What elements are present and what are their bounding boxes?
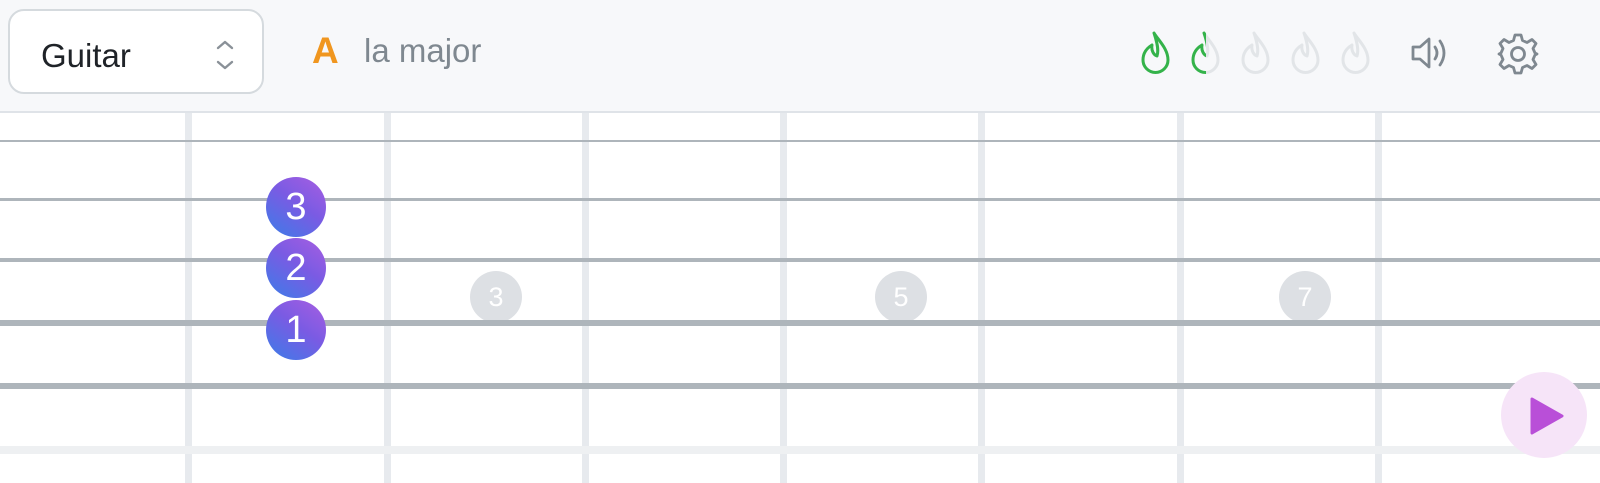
board-edge [0,446,1600,454]
flame-icon [1141,31,1170,74]
fret-marker: 5 [875,271,927,323]
fret [1375,113,1382,483]
fret [384,113,391,483]
chevron-up-down-icon [216,40,234,70]
finger-dot[interactable]: 3 [266,177,326,237]
chord-name: la major [364,32,482,69]
speaker-icon[interactable] [1410,33,1452,73]
flame-icon [1241,31,1270,74]
fret [978,113,985,483]
string-4 [0,320,1600,326]
top-bar: Guitar A la major [0,0,1600,113]
instrument-selector[interactable]: Guitar [8,9,264,94]
finger-dot[interactable]: 2 [266,238,326,298]
string-2 [0,198,1600,201]
play-icon [1530,397,1564,435]
fret [780,113,787,483]
flame-icon [1341,31,1370,74]
string-1 [0,140,1600,142]
flame-icon [1291,31,1320,74]
string-3 [0,258,1600,262]
fret [185,113,192,483]
finger-dot[interactable]: 1 [266,300,326,360]
string-5 [0,383,1600,389]
chord-root-letter: A [312,30,339,71]
gear-icon[interactable] [1496,32,1540,76]
fret-marker: 7 [1279,271,1331,323]
fret [582,113,589,483]
fretboard: 3 5 7 3 2 1 [0,113,1600,483]
fret [1177,113,1184,483]
play-button[interactable] [1501,372,1587,458]
flame-icon [1191,31,1220,74]
fret-marker: 3 [470,271,522,323]
instrument-label: Guitar [41,37,131,74]
